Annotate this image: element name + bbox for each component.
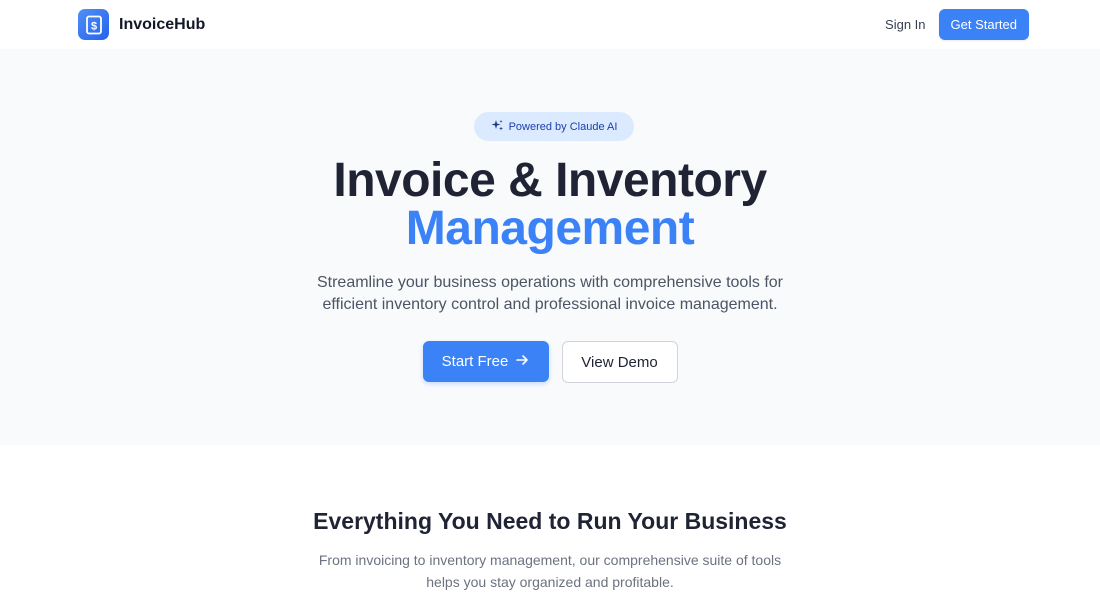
hero-section: Powered by Claude AI Invoice & Inventory… [0, 49, 1100, 445]
powered-by-badge: Powered by Claude AI [474, 112, 634, 141]
features-title: Everything You Need to Run Your Business [313, 508, 787, 534]
sparkles-icon [491, 119, 504, 135]
hero-subtitle-line2: efficient inventory control and professi… [322, 296, 778, 313]
start-free-button[interactable]: Start Free [422, 341, 549, 382]
features-subtitle-line2: helps you stay organized and profitable. [426, 574, 674, 590]
view-demo-button[interactable]: View Demo [561, 341, 678, 383]
hero-subtitle: Streamline your business operations with… [0, 272, 1100, 316]
hero-title: Invoice & Inventory Management [0, 157, 1100, 253]
badge-label: Powered by Claude AI [508, 120, 618, 133]
hero-subtitle-line1: Streamline your business operations with… [316, 274, 783, 291]
hero-buttons: Start Free View Demo [0, 341, 1100, 383]
start-free-label: Start Free [441, 353, 509, 370]
features-section: Everything You Need to Run Your Business… [0, 445, 1100, 607]
dollar-document-icon: $ [78, 9, 109, 40]
nav-actions: Sign In Get Started [885, 9, 1029, 40]
arrow-right-icon [516, 353, 529, 370]
svg-text:$: $ [90, 20, 96, 32]
features-subtitle-line1: From invoicing to inventory management, … [318, 552, 782, 568]
brand-name: InvoiceHub [119, 15, 206, 33]
brand[interactable]: $ InvoiceHub [78, 9, 205, 40]
hero-title-line1: Invoice & Inventory [333, 154, 767, 207]
top-navbar: $ InvoiceHub Sign In Get Started [0, 0, 1100, 49]
hero-title-accent: Management [405, 202, 695, 255]
sign-in-link[interactable]: Sign In [885, 17, 925, 32]
features-subtitle: From invoicing to inventory management, … [0, 549, 1100, 593]
get-started-button[interactable]: Get Started [938, 9, 1029, 40]
